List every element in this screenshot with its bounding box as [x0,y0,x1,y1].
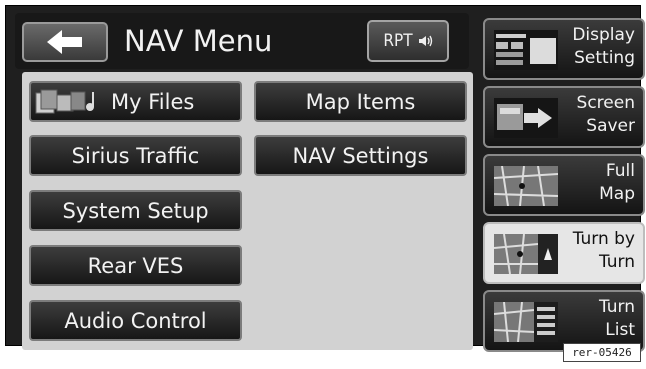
map-items-label: Map Items [305,89,416,114]
repeat-label: RPT [383,31,413,51]
screen-saver-label: Screen Saver [549,92,635,138]
display-setting-line1: Display [572,25,635,45]
turn-by-turn-line2: Turn [598,252,635,272]
display-setting-line2: Setting [574,48,635,68]
display-setting-button[interactable]: Display Setting [483,18,645,80]
page-title: NAV Menu [124,24,273,58]
sirius-traffic-label: Sirius Traffic [71,143,200,168]
audio-control-label: Audio Control [64,308,207,333]
screen-saver-button[interactable]: Screen Saver [483,86,645,148]
nav-settings-button[interactable]: NAV Settings [254,135,467,176]
back-arrow-icon [47,30,82,54]
screen-saver-line2: Saver [586,116,635,136]
view-options-column: Display Setting Screen Saver Full Map Tu… [476,12,645,352]
turn-list-label: Turn List [549,296,635,342]
full-map-line1: Full [605,161,635,181]
files-icon [35,89,94,113]
nav-screen: NAV Menu RPT My Files Map Items Sirius T… [5,5,645,352]
turn-by-turn-label: Turn by Turn [549,228,635,274]
map-items-button[interactable]: Map Items [254,81,467,122]
rear-ves-label: Rear VES [87,253,184,278]
my-files-label: My Files [111,89,195,114]
display-setting-label: Display Setting [549,24,635,70]
system-setup-label: System Setup [62,198,209,223]
turn-list-line2: List [605,320,635,340]
sirius-traffic-button[interactable]: Sirius Traffic [29,135,242,176]
nav-settings-label: NAV Settings [292,143,429,168]
system-setup-button[interactable]: System Setup [29,190,242,231]
repeat-button[interactable]: RPT [367,20,449,62]
rear-ves-button[interactable]: Rear VES [29,245,242,286]
full-map-button[interactable]: Full Map [483,154,645,216]
speaker-sound-icon [418,35,432,47]
my-files-button[interactable]: My Files [29,81,242,122]
turn-list-line1: Turn [598,297,635,317]
back-button[interactable] [22,22,108,62]
full-map-label: Full Map [549,160,635,206]
full-map-line2: Map [599,184,635,204]
reference-code: rer-05426 [563,343,641,362]
turn-by-turn-button[interactable]: Turn by Turn [483,222,645,284]
turn-by-turn-line1: Turn by [572,229,635,249]
audio-control-button[interactable]: Audio Control [29,300,242,341]
screen-saver-line1: Screen [576,93,635,113]
